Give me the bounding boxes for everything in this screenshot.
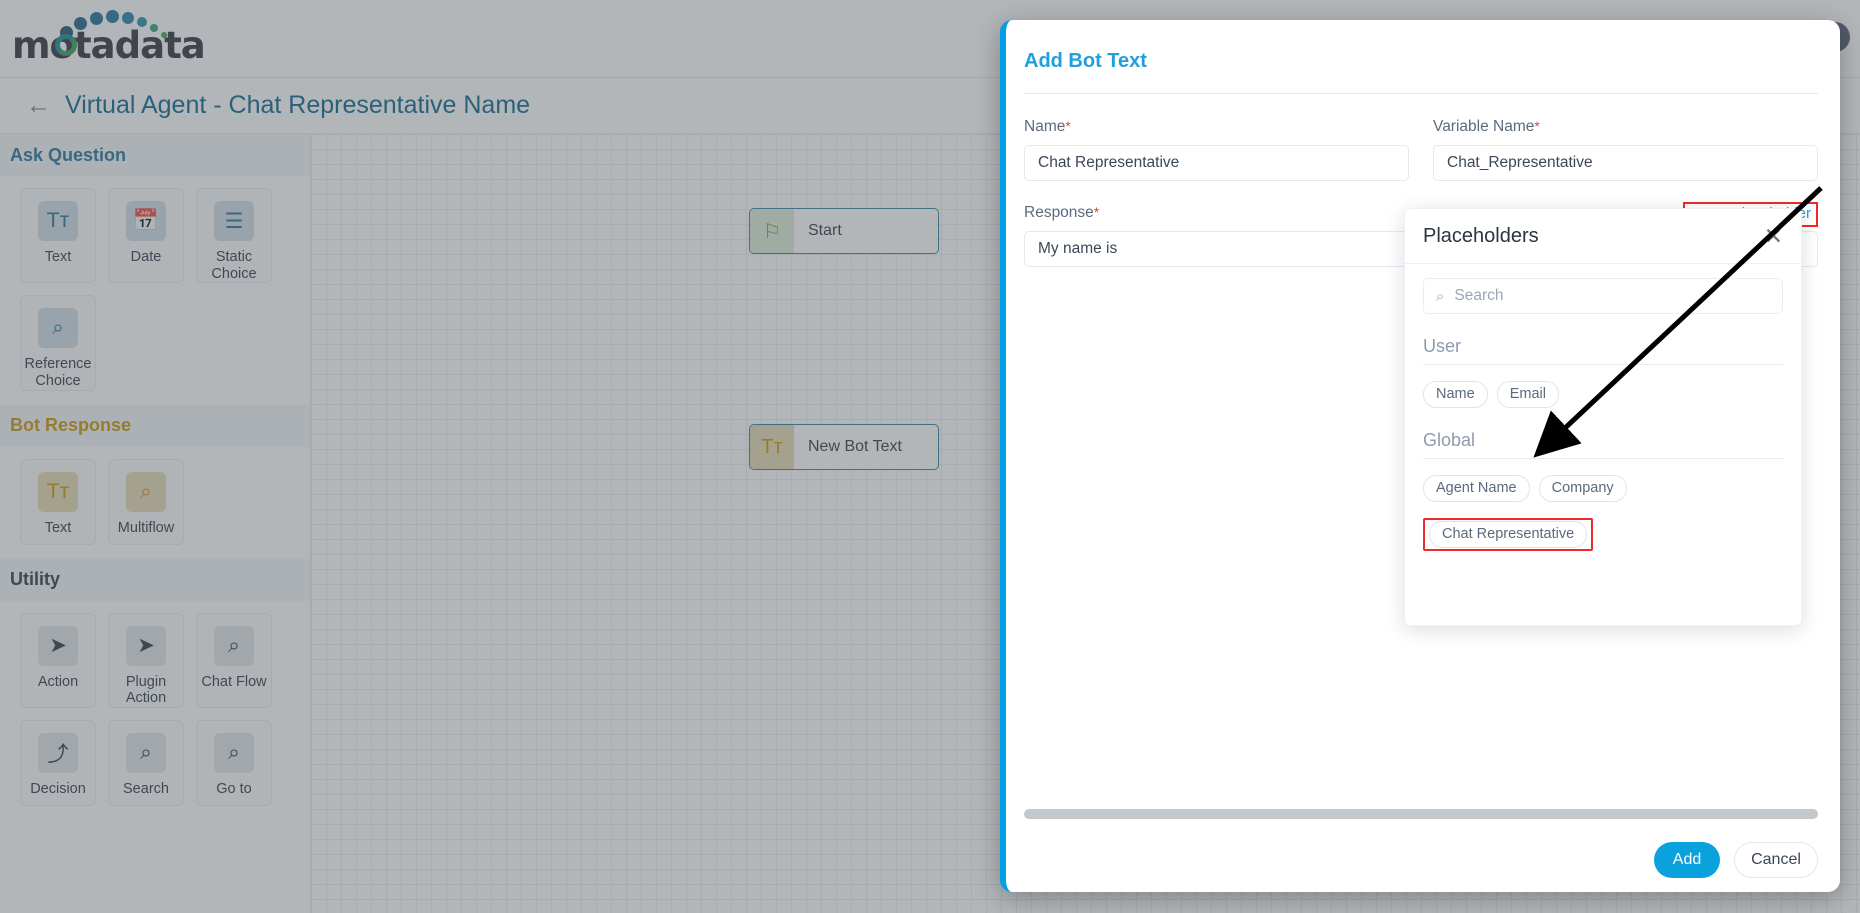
placeholders-header: Placeholders ✕ [1405, 209, 1801, 264]
field-variable-name: Variable Name* [1433, 118, 1818, 181]
placeholder-chip-company[interactable]: Company [1539, 475, 1627, 502]
placeholder-chip-list: Name Email [1423, 365, 1783, 408]
field-variable-name-label: Variable Name* [1433, 118, 1540, 136]
placeholder-chip-highlight-box: Chat Representative [1423, 518, 1593, 551]
placeholder-chip-email[interactable]: Email [1497, 381, 1559, 408]
field-variable-name-label-text: Variable Name [1433, 118, 1534, 135]
placeholder-chip-name[interactable]: Name [1423, 381, 1488, 408]
placeholder-chip-list-2: Chat Representative [1423, 502, 1783, 551]
field-name: Name* [1024, 118, 1409, 181]
horizontal-scrollbar[interactable] [1024, 809, 1818, 819]
placeholder-chip-list: Agent Name Company [1423, 459, 1783, 502]
placeholders-search[interactable]: ⌕ [1423, 278, 1783, 314]
required-asterisk: * [1534, 118, 1539, 134]
add-button[interactable]: Add [1654, 842, 1720, 878]
field-response-label-text: Response [1024, 204, 1094, 221]
dialog-footer: Add Cancel [1654, 842, 1818, 878]
screen-root: motadata ← Virtual Agent - Chat Represen… [0, 0, 1860, 913]
placeholder-group-title: Global [1423, 408, 1783, 459]
add-bot-text-dialog: Add Bot Text Name* Variable Name* Respon… [1000, 20, 1840, 892]
field-name-label: Name* [1024, 118, 1071, 136]
form-row-1: Name* Variable Name* [1024, 118, 1818, 181]
placeholders-title: Placeholders [1423, 225, 1539, 248]
placeholders-search-wrap: ⌕ [1405, 264, 1801, 314]
placeholder-group-user: User Name Email [1405, 314, 1801, 408]
dialog-title-divider [1024, 93, 1818, 94]
placeholder-group-global: Global Agent Name Company Chat Represent… [1405, 408, 1801, 551]
name-input[interactable] [1024, 145, 1409, 181]
required-asterisk: * [1065, 118, 1070, 134]
dialog-title: Add Bot Text [1024, 50, 1147, 73]
cancel-button[interactable]: Cancel [1734, 842, 1818, 878]
placeholder-group-title: User [1423, 314, 1783, 365]
required-asterisk: * [1094, 204, 1099, 220]
search-input[interactable] [1454, 287, 1770, 305]
field-response-label: Response* [1024, 204, 1099, 222]
search-icon: ⌕ [1436, 288, 1444, 305]
placeholder-chip-chat-representative[interactable]: Chat Representative [1429, 521, 1587, 548]
variable-name-input[interactable] [1433, 145, 1818, 181]
placeholders-popup: Placeholders ✕ ⌕ User Name Email Global [1404, 208, 1802, 626]
placeholder-chip-agent-name[interactable]: Agent Name [1423, 475, 1530, 502]
field-name-label-text: Name [1024, 118, 1065, 135]
close-icon[interactable]: ✕ [1764, 225, 1783, 248]
